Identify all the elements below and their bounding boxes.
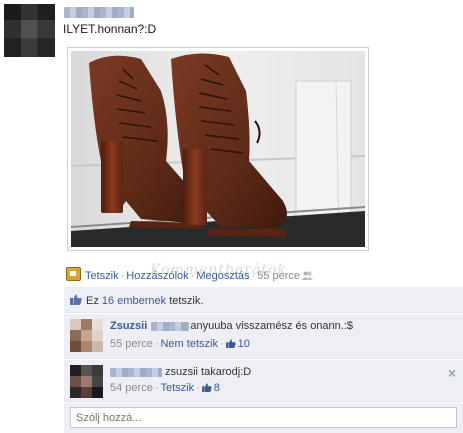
post-author-name[interactable] [64, 7, 134, 18]
reply-row [64, 403, 463, 433]
post-photo[interactable] [67, 47, 369, 251]
commenter-name[interactable]: Zsuzsii [110, 320, 147, 332]
comment-likes[interactable]: 8 [201, 382, 220, 394]
thumbs-up-icon [201, 383, 212, 392]
comment-item: Zsuzsii anyuuba visszamész és onann.:$ 5… [64, 314, 463, 359]
thumbs-up-icon [225, 339, 236, 348]
watermark: Kommentbarátok [150, 262, 287, 278]
post-text: ILYET.honnan?:D [63, 22, 157, 36]
likes-suffix: tetszik. [169, 295, 204, 307]
comment-meta: 54 perce · Tetszik · 8 [110, 382, 220, 394]
comment-text: zsuzsii takarodj:D [165, 366, 252, 378]
commenter-avatar[interactable] [70, 365, 103, 398]
comment-timestamp[interactable]: 54 perce [110, 382, 153, 394]
thumbs-up-icon [70, 294, 82, 305]
boots-illustration [71, 51, 365, 247]
separator-dot: · [219, 338, 224, 350]
comment-meta: 55 perce · Nem tetszik · 10 [110, 338, 250, 350]
comment-item: zsuzsii takarodj:D 54 perce · Tetszik · 8 × [64, 360, 463, 402]
close-icon[interactable]: × [448, 365, 456, 381]
post-author-avatar[interactable] [4, 4, 55, 57]
comment-like-link[interactable]: Tetszik [160, 382, 194, 394]
comment-likes-count: 8 [213, 382, 220, 394]
unlike-link[interactable]: Nem tetszik [160, 338, 217, 350]
likes-prefix: Ez [86, 295, 99, 307]
audience-icon[interactable] [302, 271, 314, 280]
comment-text: anyuuba visszamész és onann.:$ [190, 320, 354, 332]
comment-likes-count: 10 [237, 338, 250, 350]
commenter-avatar[interactable] [70, 319, 103, 352]
likes-count-link[interactable]: 16 embernek [102, 295, 166, 307]
like-link[interactable]: Tetszik [85, 270, 119, 282]
comment-likes[interactable]: 10 [225, 338, 250, 350]
comment-timestamp[interactable]: 55 perce [110, 338, 153, 350]
commenter-name-obscured[interactable] [110, 367, 162, 377]
boots-photo [71, 51, 365, 247]
app-icon [66, 267, 81, 281]
obscured-mention [151, 321, 190, 331]
feedback-section: Ez 16 embernek tetszik. Zsuzsii anyuuba … [64, 287, 463, 433]
comment-body: zsuzsii takarodj:D [110, 366, 251, 378]
comment-input[interactable] [70, 407, 457, 428]
likes-summary: Ez 16 embernek tetszik. [64, 287, 463, 313]
separator-dot: · [196, 382, 200, 394]
comment-body: Zsuzsii anyuuba visszamész és onann.:$ [110, 320, 353, 332]
